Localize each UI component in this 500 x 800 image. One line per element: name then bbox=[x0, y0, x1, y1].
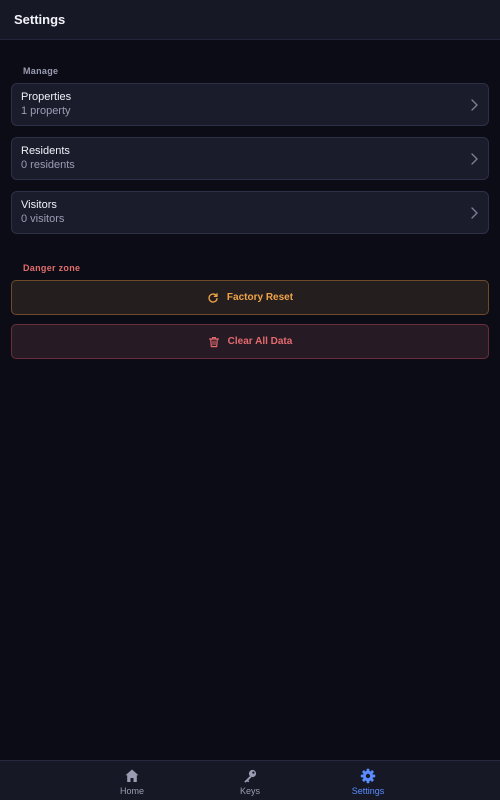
properties-title: Properties bbox=[21, 91, 72, 103]
tab-keys-label: Keys bbox=[239, 786, 260, 796]
trash-icon bbox=[208, 336, 220, 348]
chevron-right-icon bbox=[471, 207, 478, 219]
properties-count: 1 property bbox=[21, 105, 71, 117]
tab-home[interactable]: Home bbox=[82, 761, 182, 800]
factory-reset-label: Factory Reset bbox=[226, 292, 294, 303]
visitors-row[interactable]: Visitors 0 visitors bbox=[11, 191, 489, 234]
chevron-right-icon bbox=[471, 153, 478, 165]
factory-reset-button[interactable]: Factory Reset bbox=[11, 280, 489, 315]
home-icon bbox=[124, 768, 140, 784]
residents-row[interactable]: Residents 0 residents bbox=[11, 137, 489, 180]
bottom-tab-bar: Home Keys Settings bbox=[0, 760, 500, 800]
manage-section-label: Manage bbox=[23, 66, 59, 76]
app-header: Settings bbox=[0, 0, 500, 40]
key-icon bbox=[242, 768, 258, 784]
clear-all-data-button[interactable]: Clear All Data bbox=[11, 324, 489, 359]
chevron-right-icon bbox=[471, 99, 478, 111]
tab-settings[interactable]: Settings bbox=[318, 761, 418, 800]
clear-all-data-label: Clear All Data bbox=[227, 336, 293, 347]
danger-zone-label: Danger zone bbox=[23, 263, 81, 273]
settings-screen: Settings Manage Properties 1 property Re… bbox=[0, 0, 500, 800]
properties-row[interactable]: Properties 1 property bbox=[11, 83, 489, 126]
tab-settings-label: Settings bbox=[351, 786, 385, 796]
visitors-title: Visitors bbox=[21, 199, 57, 211]
page-title: Settings bbox=[14, 12, 66, 27]
residents-title: Residents bbox=[21, 145, 70, 157]
residents-count: 0 residents bbox=[21, 159, 75, 171]
tab-home-label: Home bbox=[119, 786, 144, 796]
tab-keys[interactable]: Keys bbox=[200, 761, 300, 800]
visitors-count: 0 visitors bbox=[21, 213, 65, 225]
gear-icon bbox=[360, 768, 376, 784]
refresh-icon bbox=[207, 292, 219, 304]
